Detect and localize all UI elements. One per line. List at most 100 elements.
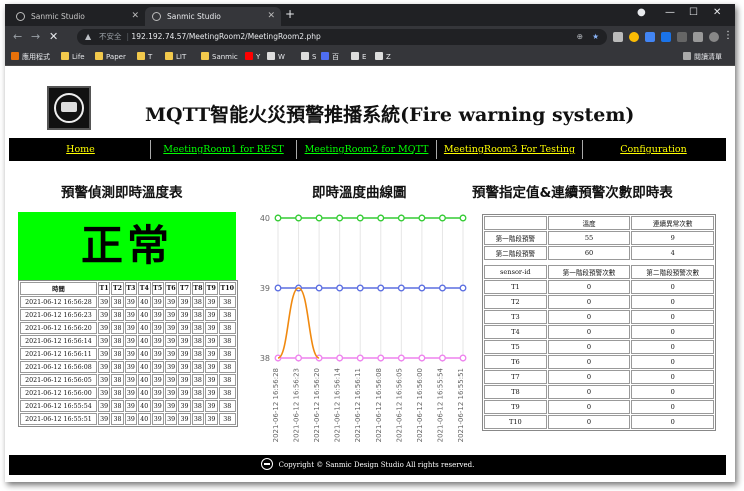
table-cell: 0 [631, 325, 714, 339]
table-cell: 39 [124, 413, 138, 425]
data-point [418, 214, 426, 222]
temperature-line-chart: 38 39 40 2021-06-12 16:56:28 2021-06-12 16:5… [260, 214, 467, 442]
bookmark-3[interactable]: Paper [95, 51, 126, 63]
table-cell: 0 [631, 415, 714, 429]
bookmark-label: S [312, 53, 317, 61]
table-cell: 38 [218, 361, 236, 373]
table-cell: 2021-06-12 16:56:23 [20, 309, 97, 321]
close-tab-icon[interactable]: ✕ [267, 7, 275, 26]
bookmark-2[interactable]: Life [61, 51, 85, 63]
table-cell: 第二階段預警 [484, 246, 547, 260]
column-header: T3 [124, 282, 138, 295]
table-cell: 38 [191, 361, 205, 373]
table-cell: 39 [151, 296, 164, 308]
column-header: T8 [191, 282, 205, 295]
nav-link-3[interactable]: MeetingRoom2 for MQTT [297, 140, 437, 159]
table-cell: T4 [484, 325, 547, 339]
column-header: T4 [138, 282, 151, 295]
table-cell: 39 [164, 309, 178, 321]
star-bookmark-icon[interactable]: ★ [592, 29, 599, 45]
table-cell: 39 [178, 296, 191, 308]
bookmark-5[interactable]: LIT [165, 51, 186, 63]
bookmark-10[interactable]: 百 [321, 51, 339, 63]
bookmark-4[interactable]: T [137, 51, 152, 63]
table-cell: 38 [218, 322, 236, 334]
table-cell: 39 [124, 361, 138, 373]
back-arrow-icon[interactable]: ← [13, 30, 22, 43]
table-cell: 39 [151, 335, 164, 347]
bookmark-8[interactable]: W [267, 51, 285, 63]
url-text[interactable]: 192.192.74.57/MeetingRoom2/MeetingRoom2.… [131, 32, 320, 41]
browser-window: Sanmic Studio ✕ Sanmic Studio ✕ + ● — ☐ … [5, 4, 735, 482]
table-cell: 39 [124, 400, 138, 412]
tab-sanmic-studio-2[interactable]: Sanmic Studio ✕ [145, 7, 281, 26]
x-tick-label: 2021-06-12 16:55:54 [436, 367, 444, 442]
table-cell: 0 [631, 400, 714, 414]
close-tab-icon[interactable]: ✕ [131, 7, 139, 26]
globe-icon [152, 12, 161, 21]
table-cell: 39 [164, 296, 178, 308]
table-cell: 0 [631, 310, 714, 324]
table-cell: 39 [124, 387, 138, 399]
table-cell: 38 [218, 387, 236, 399]
minimize-icon[interactable]: — [665, 7, 675, 18]
status-indicator: 正常 [18, 212, 236, 280]
extensions-puzzle-icon[interactable] [693, 32, 703, 42]
data-point [356, 214, 364, 222]
address-bar[interactable]: ▲ 不安全 | 192.192.74.57/MeetingRoom2/Meetin… [77, 29, 607, 45]
profile-icon[interactable]: ● [637, 7, 646, 18]
extension-icon-3[interactable] [645, 32, 655, 42]
forward-arrow-icon[interactable]: → [31, 30, 40, 43]
extension-icon-5[interactable] [677, 32, 687, 42]
bookmark-12[interactable]: Z [375, 51, 391, 63]
nav-link-4[interactable]: MeetingRoom3 For Testing [437, 140, 583, 159]
column-header: 時間 [20, 282, 97, 295]
folder-icon [61, 52, 69, 60]
bookmark-1[interactable]: 應用程式 [11, 51, 50, 63]
table-cell: 0 [631, 355, 714, 369]
bookmark-7[interactable]: Y [245, 51, 260, 63]
table-cell: 39 [164, 361, 178, 373]
bookmark-label: Sanmic [212, 53, 238, 61]
data-point [397, 354, 405, 362]
data-point [459, 214, 467, 222]
nav-link-5[interactable]: Configuration [583, 140, 724, 159]
table-cell: 38 [191, 387, 205, 399]
column-header: T6 [164, 282, 178, 295]
menu-kebab-icon[interactable]: ⋮ [723, 30, 733, 41]
bookmark-11[interactable]: E [351, 51, 366, 63]
data-point [356, 354, 364, 362]
table-cell: T2 [484, 295, 547, 309]
reading-list[interactable]: 閱讀清單 [683, 51, 722, 63]
table-row: 2021-06-12 16:56:20 39 38 39 40 39 39 39 38 39 38 [20, 322, 236, 334]
nav-link-1[interactable]: Home [11, 140, 151, 159]
stop-loading-icon[interactable]: ✕ [49, 30, 58, 43]
x-tick-label: 2021-06-12 16:56:28 [272, 368, 280, 442]
extension-icon-2[interactable] [629, 32, 639, 42]
bookmark-6[interactable]: Sanmic [201, 51, 238, 63]
zoom-icon[interactable]: ⊕ [577, 29, 583, 45]
profile-avatar-icon[interactable] [709, 32, 719, 42]
close-window-icon[interactable]: ✕ [713, 7, 721, 18]
data-point [377, 284, 385, 292]
maximize-icon[interactable]: ☐ [689, 7, 698, 18]
tab-sanmic-studio-1[interactable]: Sanmic Studio ✕ [9, 7, 145, 26]
table-cell: 38 [111, 400, 124, 412]
table-row: T4 0 0 [484, 325, 714, 339]
table-cell: 39 [164, 400, 178, 412]
bookmark-9[interactable]: S [301, 51, 316, 63]
data-point [377, 354, 385, 362]
x-tick-label: 2021-06-12 16:56:23 [293, 368, 301, 442]
bookmark-label: 應用程式 [22, 53, 50, 61]
footer: Copyright © Sanmic Design Studio All rig… [9, 455, 726, 475]
new-tab-button[interactable]: + [285, 7, 295, 21]
extension-icon-4[interactable] [661, 32, 671, 42]
security-label[interactable]: 不安全 [99, 32, 122, 41]
table-cell: 39 [151, 361, 164, 373]
table-cell: 39 [205, 348, 218, 360]
extension-icon-1[interactable] [613, 32, 623, 42]
table-cell: 2021-06-12 16:56:20 [20, 322, 97, 334]
table-cell: 39 [205, 309, 218, 321]
nav-link-2[interactable]: MeetingRoom1 for REST [151, 140, 297, 159]
table-cell: 0 [631, 370, 714, 384]
